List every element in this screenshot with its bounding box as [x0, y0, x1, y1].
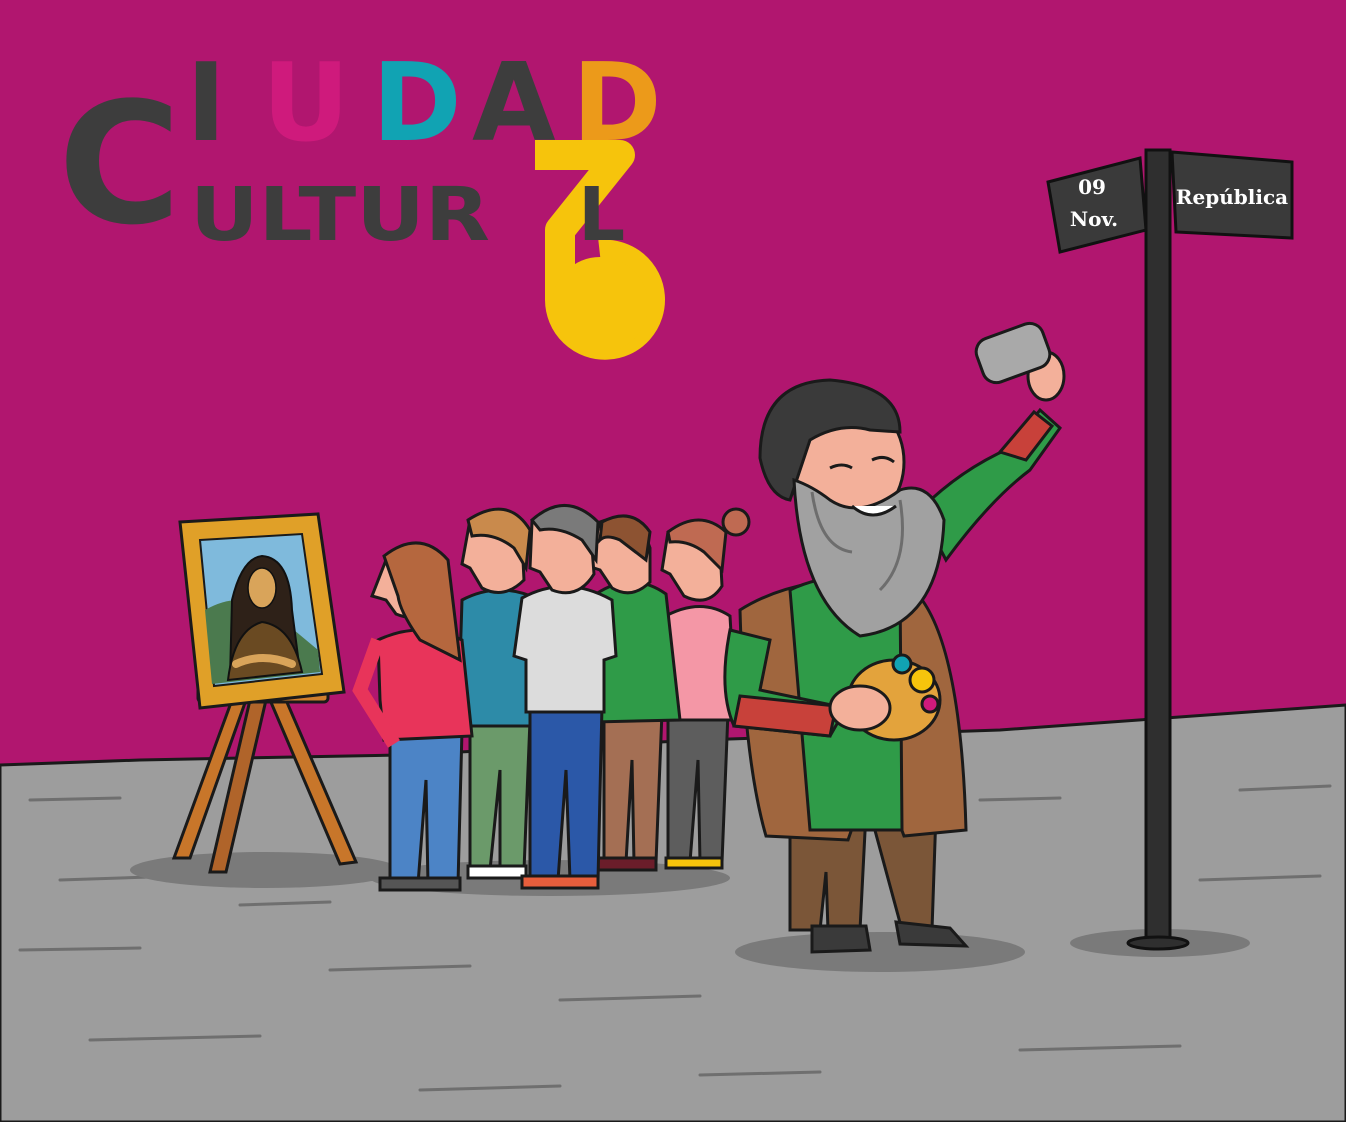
logo-letter-c: C	[58, 66, 181, 262]
poster: C I U D A D ULTUR L 09 Nov. República	[0, 0, 1346, 1122]
logo-letter-d: D	[372, 41, 462, 166]
sign-street-name: República	[1176, 185, 1288, 209]
ciudad-cultural-logo: C I U D A D ULTUR L	[58, 41, 665, 360]
logo-swash-dot	[552, 257, 648, 353]
logo-line2: ULTUR	[190, 172, 490, 258]
sign-base	[1126, 935, 1190, 951]
logo-line2-end: L	[578, 172, 625, 258]
sign-board-date	[1046, 156, 1148, 254]
sign-pole	[1144, 148, 1172, 947]
sign-date-day: 09	[1078, 175, 1106, 199]
logo-letter-i: I	[186, 41, 226, 166]
mona-lisa-painting	[178, 512, 346, 710]
sign-date-month: Nov.	[1070, 207, 1118, 231]
poster-illustration: C I U D A D ULTUR L 09 Nov. República	[0, 41, 1346, 1122]
logo-letter-u: U	[262, 41, 350, 166]
